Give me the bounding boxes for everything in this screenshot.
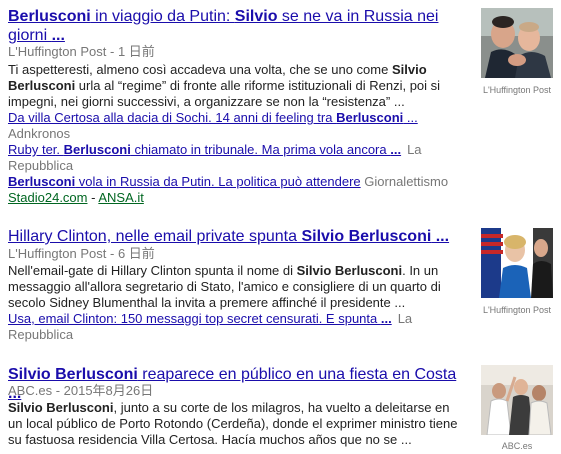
- result-thumbnail[interactable]: [481, 228, 553, 298]
- text-segment: in viaggio da Putin:: [90, 8, 235, 25]
- related-article: Berlusconi vola in Russia da Putin. La p…: [8, 174, 468, 190]
- highlighted-term: Silvio Berlusconi: [8, 400, 114, 415]
- related-article: Usa, email Clinton: 150 messaggi top sec…: [8, 311, 468, 343]
- highlighted-term: Berlusconi: [63, 142, 131, 157]
- separator: -: [87, 190, 99, 205]
- text-segment: Ti aspetteresti, almeno così accadeva un…: [8, 62, 392, 77]
- photo-clinton-berlusconi-image: [481, 228, 553, 298]
- text-segment: ...: [403, 110, 418, 125]
- separator: -: [106, 246, 118, 261]
- thumbnail-caption: ABC.es: [501, 441, 533, 451]
- highlighted-term: Silvio Berlusconi: [301, 228, 432, 245]
- source-name: L'Huffington Post: [8, 44, 107, 59]
- related-article: Da villa Certosa alla dacia di Sochi. 14…: [8, 110, 468, 142]
- highlighted-term: Silvio: [234, 8, 278, 25]
- source-name: ABC.es: [8, 383, 53, 398]
- result-source-line: L'Huffington Post - 1 日前: [8, 44, 155, 60]
- source-link-ansa[interactable]: ANSA.it: [98, 190, 144, 205]
- highlighted-term: ...: [51, 27, 65, 44]
- result-source-line: ABC.es - 2015年8月26日: [8, 383, 153, 399]
- text-segment: Usa, email Clinton: 150 messaggi top sec…: [8, 311, 381, 326]
- result-snippet: Nell'email-gate di Hillary Clinton spunt…: [8, 263, 464, 311]
- source-name: L'Huffington Post: [8, 246, 107, 261]
- text-segment: vola in Russia da Putin. La politica può…: [75, 174, 361, 189]
- highlighted-term: Berlusconi: [8, 174, 76, 189]
- result-date: 1 日前: [117, 44, 155, 59]
- result-snippet: Ti aspetteresti, almeno così accadeva un…: [8, 62, 464, 110]
- related-article: Ruby ter. Berlusconi chiamato in tribuna…: [8, 142, 468, 174]
- result-snippet: Silvio Berlusconi, junto a su corte de l…: [8, 400, 464, 448]
- result-source-line: L'Huffington Post - 6 日前: [8, 246, 155, 262]
- related-publisher: Adnkronos: [8, 126, 71, 141]
- separator: -: [106, 44, 118, 59]
- related-article-link[interactable]: Ruby ter. Berlusconi chiamato in tribuna…: [8, 142, 401, 157]
- highlighted-term: Silvio Berlusconi: [296, 263, 403, 278]
- result-thumbnail[interactable]: [481, 8, 553, 78]
- text-segment: reaparece en público en una fiesta en Co…: [137, 366, 457, 383]
- related-article-link[interactable]: Usa, email Clinton: 150 messaggi top sec…: [8, 311, 392, 326]
- highlighted-term: ...: [390, 142, 402, 157]
- text-segment: Da villa Certosa alla dacia di Sochi. 14…: [8, 110, 337, 125]
- result-title-link[interactable]: Hillary Clinton, nelle email private spu…: [8, 227, 466, 246]
- text-segment: Hillary Clinton, nelle email private spu…: [8, 228, 302, 245]
- related-publisher: Giornalettismo: [364, 174, 449, 189]
- highlighted-term: Berlusconi: [8, 8, 91, 25]
- related-article-link[interactable]: Berlusconi vola in Russia da Putin. La p…: [8, 174, 361, 189]
- photo-party-crowd-image: [481, 365, 553, 435]
- related-article-link[interactable]: Da villa Certosa alla dacia di Sochi. 14…: [8, 110, 418, 125]
- result-title-link[interactable]: Berlusconi in viaggio da Putin: Silvio s…: [8, 7, 466, 45]
- highlighted-term: Silvio Berlusconi: [8, 366, 138, 383]
- highlighted-term: ...: [431, 228, 450, 245]
- source-link-stadio24[interactable]: Stadio24.com: [8, 190, 88, 205]
- thumbnail-caption: L'Huffington Post: [482, 85, 552, 95]
- highlighted-term: Berlusconi: [336, 110, 404, 125]
- result-date: 2015年8月26日: [63, 383, 154, 398]
- result-thumbnail[interactable]: [481, 365, 553, 435]
- text-segment: Ruby ter.: [8, 142, 64, 157]
- thumbnail-caption: L'Huffington Post: [482, 305, 552, 315]
- highlighted-term: ...: [380, 311, 392, 326]
- result-date: 6 日前: [117, 246, 155, 261]
- separator: -: [52, 383, 64, 398]
- text-segment: chiamato in tribunale. Ma prima vola anc…: [130, 142, 391, 157]
- photo-berlusconi-putin-image: [481, 8, 553, 78]
- text-segment: Nell'email-gate di Hillary Clinton spunt…: [8, 263, 297, 278]
- more-sources: Stadio24.com - ANSA.it: [8, 190, 468, 206]
